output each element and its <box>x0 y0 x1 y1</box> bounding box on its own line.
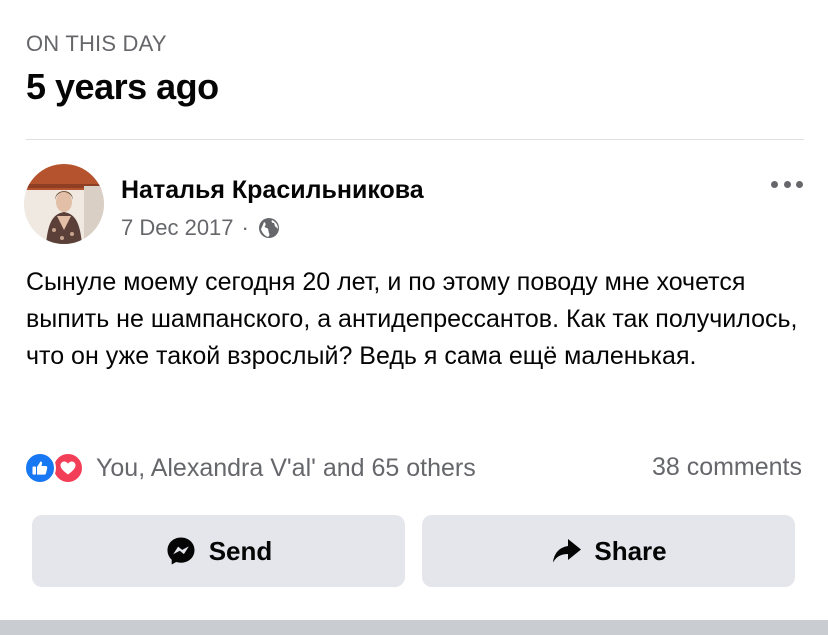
author-name[interactable]: Наталья Красильникова <box>121 176 424 205</box>
feed-separator <box>0 620 828 635</box>
meta-separator: · <box>241 215 249 240</box>
memory-card: ON THIS DAY 5 years ago Наталья Красильн… <box>0 0 828 635</box>
page-title: 5 years ago <box>26 66 219 107</box>
section-kicker: ON THIS DAY <box>26 31 167 56</box>
like-icon <box>24 452 56 484</box>
messenger-icon <box>165 535 197 567</box>
share-button[interactable]: Share <box>422 515 795 587</box>
reactions-text: You, Alexandra V'al' and 65 others <box>96 453 476 482</box>
send-label: Send <box>208 535 273 566</box>
avatar[interactable] <box>24 164 104 244</box>
post-text: Сынуле моему сегодня 20 лет, и по этому … <box>26 268 798 370</box>
post-date[interactable]: 7 Dec 2017 <box>121 215 234 241</box>
send-button[interactable]: Send <box>32 515 405 587</box>
more-options-button[interactable] <box>768 173 806 195</box>
love-icon <box>52 452 84 484</box>
share-arrow-icon <box>550 535 582 567</box>
avatar-photo <box>24 164 104 244</box>
post-meta: 7 Dec 2017 · <box>121 215 281 241</box>
more-horizontal-icon <box>771 180 778 188</box>
reactions-summary[interactable]: You, Alexandra V'al' and 65 others <box>24 451 476 485</box>
divider <box>26 139 804 140</box>
more-dot <box>783 180 791 188</box>
reaction-icons <box>24 451 94 485</box>
globe-icon <box>257 216 281 240</box>
share-label: Share <box>594 535 667 566</box>
comments-count[interactable]: 38 comments <box>652 453 802 482</box>
more-dot <box>796 180 803 188</box>
